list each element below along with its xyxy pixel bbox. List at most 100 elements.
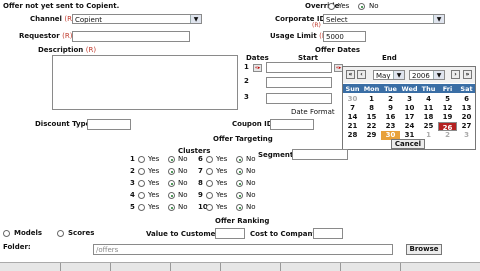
offer-targeting-title: Offer Targeting <box>213 135 273 143</box>
cluster-yes-label: Yes <box>148 167 160 175</box>
start-date-input[interactable] <box>266 62 332 73</box>
month-select[interactable]: May ▼ <box>373 70 405 80</box>
calendar-day[interactable]: 2 <box>438 131 457 140</box>
cluster-no-radio[interactable] <box>168 156 175 163</box>
cluster-yes-radio[interactable] <box>138 168 145 175</box>
calendar-day[interactable]: 12 <box>438 104 457 113</box>
calendar-day[interactable]: 2 <box>381 95 400 104</box>
cluster-no-label: No <box>178 203 188 211</box>
folder-input[interactable]: /offers <box>93 244 393 255</box>
cluster-no-radio[interactable] <box>168 180 175 187</box>
calendar-day[interactable]: 25 <box>419 122 438 131</box>
cluster-yes-radio[interactable] <box>206 168 213 175</box>
calendar-day[interactable]: 30 <box>343 95 362 104</box>
discount-type-input[interactable] <box>87 119 131 130</box>
cluster-no-radio[interactable] <box>236 192 243 199</box>
cluster-no-radio[interactable] <box>236 168 243 175</box>
calendar-day[interactable]: 11 <box>419 104 438 113</box>
cluster-yes-label: Yes <box>148 191 160 199</box>
cluster-no-label: No <box>246 167 256 175</box>
cluster-number: 8 <box>198 179 203 187</box>
coupon-id-input[interactable] <box>270 119 314 130</box>
cluster-yes-radio[interactable] <box>138 192 145 199</box>
year-value: 2006 <box>412 72 430 80</box>
calendar-day[interactable]: 18 <box>419 113 438 122</box>
cluster-yes-radio[interactable] <box>138 204 145 211</box>
cluster-number: 9 <box>198 191 203 199</box>
dow-label: Wed <box>401 85 418 93</box>
next-year-button[interactable]: » <box>463 70 472 79</box>
cost-to-company-input[interactable] <box>313 228 343 239</box>
cluster-no-radio[interactable] <box>236 156 243 163</box>
year-select[interactable]: 2006 ▼ <box>409 70 445 80</box>
override-yes-radio[interactable] <box>328 3 335 10</box>
cluster-yes-radio[interactable] <box>138 156 145 163</box>
usage-limit-input[interactable]: 5000 <box>323 31 366 42</box>
segment-input[interactable] <box>292 149 348 160</box>
calendar-day[interactable]: 14 <box>343 113 362 122</box>
calendar-day[interactable]: 10 <box>400 104 419 113</box>
calendar-day[interactable]: 21 <box>343 122 362 131</box>
date-row-number: 1 <box>244 63 249 71</box>
calendar-day[interactable]: 15 <box>362 113 381 122</box>
cluster-no-label: No <box>246 155 256 163</box>
calendar-day[interactable]: 5 <box>438 95 457 104</box>
cluster-yes-radio[interactable] <box>206 180 213 187</box>
cluster-yes-radio[interactable] <box>206 156 213 163</box>
calendar-day[interactable]: 28 <box>343 131 362 140</box>
calendar-day[interactable]: 17 <box>400 113 419 122</box>
models-radio[interactable] <box>3 230 10 237</box>
override-no-radio[interactable] <box>358 3 365 10</box>
calendar-day[interactable]: 29 <box>362 131 381 140</box>
requestor-label: Requestor (R) <box>19 32 73 40</box>
calendar-day[interactable]: 26 <box>438 122 457 131</box>
cluster-number: 1 <box>130 155 135 163</box>
cluster-no-radio[interactable] <box>168 168 175 175</box>
calendar-day[interactable]: 1 <box>362 95 381 104</box>
prev-year-button[interactable]: « <box>346 70 355 79</box>
start-date-input[interactable] <box>266 77 332 88</box>
end-label: End <box>382 54 397 62</box>
start-date-input[interactable] <box>266 93 332 104</box>
channel-select[interactable]: Copient ▼ <box>72 14 202 24</box>
calendar-day[interactable]: 3 <box>457 131 476 140</box>
cluster-yes-radio[interactable] <box>206 192 213 199</box>
cluster-no-radio[interactable] <box>168 192 175 199</box>
calendar-icon[interactable]: «▸ <box>253 64 262 72</box>
cluster-yes-radio[interactable] <box>138 180 145 187</box>
prev-month-button[interactable]: ‹ <box>357 70 366 79</box>
calendar-day[interactable]: 20 <box>457 113 476 122</box>
calendar-day[interactable]: 9 <box>381 104 400 113</box>
calendar-day[interactable]: 24 <box>400 122 419 131</box>
cluster-yes-radio[interactable] <box>206 204 213 211</box>
cluster-no-radio[interactable] <box>236 204 243 211</box>
corporate-id-value: Select <box>326 16 348 24</box>
date-format-label: Date Format <box>291 108 335 116</box>
segment-label: Segment <box>258 151 294 159</box>
requestor-input[interactable] <box>72 31 190 42</box>
calendar-cancel-button[interactable]: Cancel <box>391 139 425 149</box>
calendar-day[interactable]: 19 <box>438 113 457 122</box>
date-row-number: 2 <box>244 77 249 85</box>
cluster-yes-label: Yes <box>148 203 160 211</box>
browse-button[interactable]: Browse <box>406 244 442 255</box>
cluster-no-radio[interactable] <box>236 180 243 187</box>
cluster-no-radio[interactable] <box>168 204 175 211</box>
calendar-day[interactable]: 3 <box>400 95 419 104</box>
calendar-day[interactable]: 6 <box>457 95 476 104</box>
next-month-button[interactable]: › <box>451 70 460 79</box>
value-to-customer-input[interactable] <box>215 228 245 239</box>
calendar-day[interactable]: 22 <box>362 122 381 131</box>
description-textarea[interactable] <box>52 55 238 110</box>
calendar-day[interactable]: 8 <box>362 104 381 113</box>
calendar-day[interactable]: 13 <box>457 104 476 113</box>
calendar-day[interactable]: 23 <box>381 122 400 131</box>
cluster-number: 3 <box>130 179 135 187</box>
calendar-day[interactable]: 27 <box>457 122 476 131</box>
calendar-day[interactable]: 4 <box>419 95 438 104</box>
calendar-day[interactable]: 7 <box>343 104 362 113</box>
corporate-id-select[interactable]: Select ▼ <box>323 14 445 24</box>
scores-radio[interactable] <box>57 230 64 237</box>
chevron-down-icon: ▼ <box>433 15 444 23</box>
calendar-day[interactable]: 16 <box>381 113 400 122</box>
